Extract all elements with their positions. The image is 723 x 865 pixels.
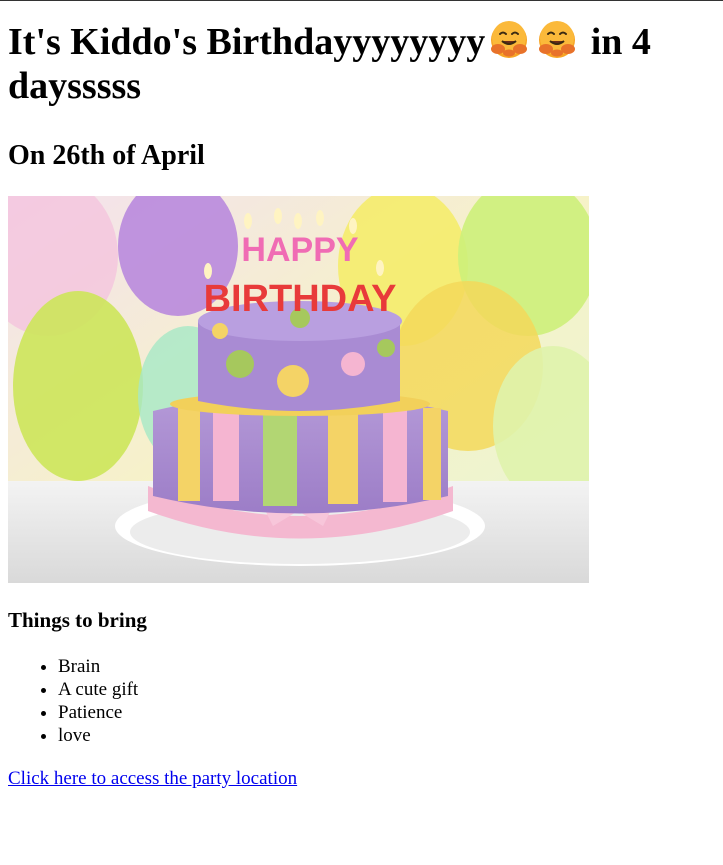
- things-to-bring-heading: Things to bring: [8, 608, 147, 632]
- cake-birthday-text: BIRTHDAY: [204, 278, 397, 320]
- list-item: Patience: [58, 701, 715, 724]
- title-text-start: It's Kiddo's Birthdayyyyyyyy: [8, 21, 486, 63]
- list-item: love: [58, 724, 715, 747]
- hugging-face-emoji-icon: [539, 21, 576, 58]
- party-date-heading: On 26th of April: [8, 140, 205, 171]
- list-item: Brain: [58, 655, 715, 678]
- page-title: It's Kiddo's Birthdayyyyyyyy in 4 daysss…: [8, 20, 715, 108]
- hugging-face-emoji-icon: [491, 21, 528, 58]
- cake-happy-text: HAPPY: [241, 231, 358, 269]
- things-to-bring-list: Brain A cute gift Patience love: [8, 655, 715, 747]
- list-item: A cute gift: [58, 678, 715, 701]
- page: It's Kiddo's Birthdayyyyyyyy in 4 daysss…: [0, 20, 723, 790]
- party-location-link[interactable]: Click here to access the party location: [8, 767, 297, 790]
- birthday-cake-image: HAPPY BIRTHDAY: [8, 196, 589, 583]
